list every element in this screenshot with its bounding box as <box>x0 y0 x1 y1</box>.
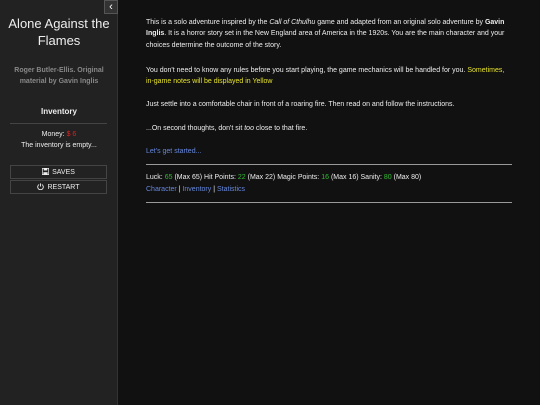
fire-text: ...On second thoughts, don't sit <box>146 125 245 132</box>
money-display: Money: $ 6 <box>0 131 118 138</box>
stats-line: Luck: 65 (Max 65) Hit Points: 22 (Max 22… <box>146 172 512 183</box>
chevron-left-icon: ‹ <box>109 0 113 13</box>
settle-paragraph: Just settle into a comfortable chair in … <box>146 101 455 108</box>
game-title-emphasis: Call of Cthulhu <box>269 19 316 26</box>
too-emphasis: too <box>244 125 254 132</box>
lets-get-started-link[interactable]: Let's get started... <box>146 148 201 155</box>
stats-bottom-divider <box>146 202 512 203</box>
character-link[interactable]: Character <box>146 186 177 193</box>
magic-points-max: (Max 16) <box>330 174 359 181</box>
stats-links: Character | Inventory | Statistics <box>146 184 512 195</box>
luck-value: 65 <box>164 174 173 181</box>
saves-button[interactable]: SAVES <box>10 165 107 179</box>
hit-points-value: 22 <box>237 174 246 181</box>
luck-label: Luck: <box>146 174 163 181</box>
stats-top-divider <box>146 164 512 165</box>
intro-text-2: game and adapted from an original solo a… <box>315 19 485 26</box>
sanity-value: 80 <box>383 174 392 181</box>
restart-button[interactable]: RESTART <box>10 180 107 194</box>
magic-points-value: 16 <box>321 174 329 181</box>
collapse-sidebar-button[interactable]: ‹ <box>104 0 118 14</box>
inventory-link[interactable]: Inventory <box>182 186 211 193</box>
rules-paragraph: You don't need to know any rules before … <box>146 65 512 88</box>
statistics-link[interactable]: Statistics <box>217 186 245 193</box>
power-icon <box>37 182 45 192</box>
saves-label: SAVES <box>52 168 75 176</box>
sidebar: ‹ Alone Against the Flames Roger Butler-… <box>0 0 118 405</box>
intro-paragraph: This is a solo adventure inspired by the… <box>146 17 512 51</box>
luck-max: (Max 65) <box>174 174 203 181</box>
inventory-heading: Inventory <box>40 107 77 116</box>
magic-points-label: Magic Points: <box>277 174 320 181</box>
rules-text: You don't need to know any rules before … <box>146 67 468 74</box>
money-label: Money: <box>41 131 65 138</box>
fire-paragraph: ...On second thoughts, don't sit too clo… <box>146 123 512 134</box>
intro-text: This is a solo adventure inspired by the <box>146 19 270 26</box>
money-value: $ 6 <box>66 131 77 138</box>
sidebar-divider <box>10 123 107 124</box>
story-title: Alone Against the Flames <box>8 16 110 48</box>
start-paragraph: Let's get started... <box>146 146 512 157</box>
story-author: Roger Butler-Ellis. Original material by… <box>14 67 104 85</box>
fire-text-2: close to that fire. <box>253 125 308 132</box>
link-separator: | <box>213 186 216 193</box>
link-separator: | <box>178 186 181 193</box>
floppy-disk-icon <box>42 167 50 177</box>
hit-points-max: (Max 22) <box>247 174 276 181</box>
restart-label: RESTART <box>47 183 80 191</box>
inventory-empty-text: The inventory is empty... <box>21 142 97 149</box>
intro-text-3: . It is a horror story set in the New En… <box>146 30 505 49</box>
sanity-max: (Max 80) <box>393 174 422 181</box>
sanity-label: Sanity: <box>360 174 382 181</box>
hit-points-label: Hit Points: <box>204 174 236 181</box>
